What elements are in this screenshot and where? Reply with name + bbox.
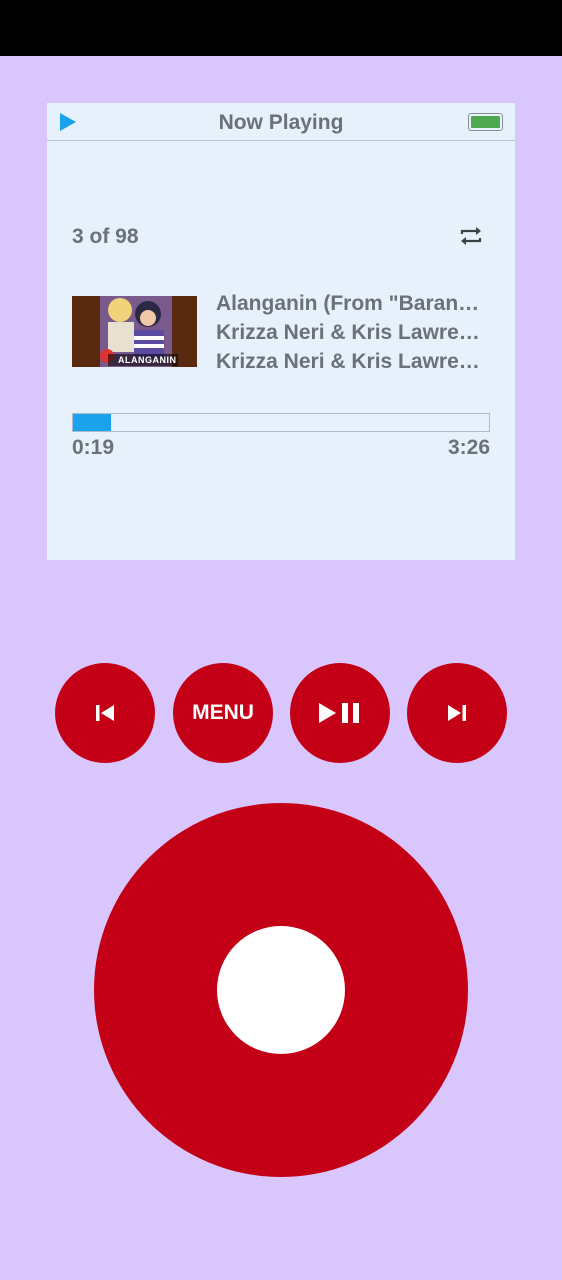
player-screen: Now Playing 3 of 98 ALANGANIN Alanganin … bbox=[47, 103, 515, 560]
battery-level bbox=[471, 116, 500, 128]
play-pause-icon bbox=[319, 703, 359, 723]
time-total: 3:26 bbox=[447, 436, 490, 459]
center-button[interactable] bbox=[217, 926, 345, 1054]
skip-next-icon bbox=[448, 705, 466, 721]
progress-fill bbox=[73, 414, 112, 431]
song-artist: Krizza Neri & Kris Lawrence bbox=[216, 321, 491, 344]
menu-label: MENU bbox=[192, 701, 254, 724]
click-wheel[interactable] bbox=[94, 803, 468, 1177]
song-album: Krizza Neri & Kris Lawrence bbox=[216, 350, 491, 373]
repeat-icon[interactable] bbox=[458, 223, 484, 249]
battery-icon bbox=[468, 113, 503, 131]
album-artwork: ALANGANIN bbox=[72, 296, 197, 367]
time-elapsed: 0:19 bbox=[72, 436, 115, 459]
skip-previous-icon bbox=[96, 705, 114, 721]
track-count: 3 of 98 bbox=[72, 225, 139, 248]
previous-button[interactable] bbox=[55, 663, 155, 763]
screen-header: Now Playing bbox=[47, 103, 515, 141]
screen-title: Now Playing bbox=[218, 111, 344, 134]
menu-button[interactable]: MENU bbox=[173, 663, 273, 763]
status-bar bbox=[0, 0, 562, 56]
next-button[interactable] bbox=[407, 663, 507, 763]
artwork-caption: ALANGANIN bbox=[108, 354, 178, 366]
progress-bar[interactable] bbox=[72, 413, 490, 432]
play-pause-button[interactable] bbox=[290, 663, 390, 763]
song-title: Alanganin (From "Baranga… bbox=[216, 292, 491, 315]
song-info: Alanganin (From "Baranga… Krizza Neri & … bbox=[216, 289, 491, 376]
